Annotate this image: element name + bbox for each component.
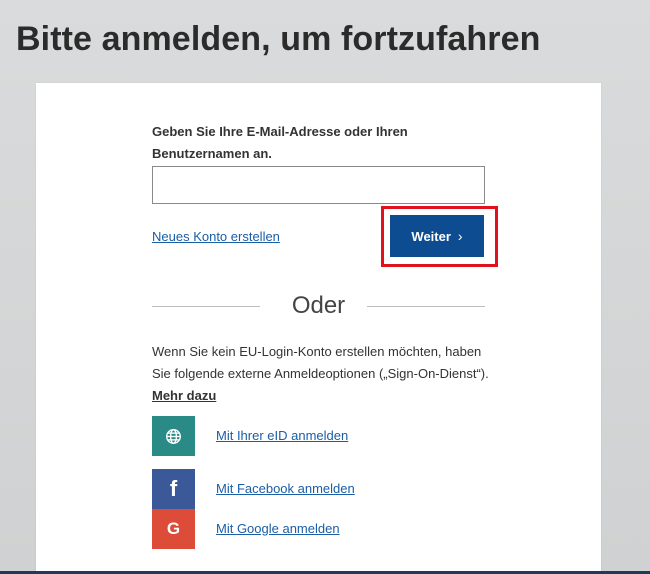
next-button-label: Weiter — [411, 228, 451, 244]
google-icon: G — [152, 509, 195, 549]
facebook-icon: f — [152, 469, 195, 509]
username-label: Geben Sie Ihre E-Mail-Adresse oder Ihren… — [152, 124, 408, 161]
facebook-login-option[interactable]: f Mit Facebook anmelden — [152, 469, 512, 509]
external-login-info-text: Wenn Sie kein EU-Login-Konto erstellen m… — [152, 344, 489, 381]
facebook-login-link[interactable]: Mit Facebook anmelden — [216, 469, 355, 509]
chevron-right-icon: › — [457, 228, 463, 244]
eid-login-option[interactable]: Mit Ihrer eID anmelden — [152, 416, 512, 456]
create-account-link[interactable]: Neues Konto erstellen — [152, 229, 280, 244]
globe-icon — [152, 416, 195, 456]
external-login-info: Wenn Sie kein EU-Login-Konto erstellen m… — [152, 341, 494, 407]
more-info-link[interactable]: Mehr dazu — [152, 388, 216, 403]
or-divider: Oder — [152, 293, 485, 319]
next-button[interactable]: Weiter › — [390, 215, 484, 257]
google-login-link[interactable]: Mit Google anmelden — [216, 509, 340, 549]
eid-login-link[interactable]: Mit Ihrer eID anmelden — [216, 416, 348, 456]
username-input[interactable] — [152, 166, 485, 204]
login-card: Geben Sie Ihre E-Mail-Adresse oder Ihren… — [36, 83, 601, 574]
google-login-option[interactable]: G Mit Google anmelden — [152, 509, 512, 549]
page-title: Bitte anmelden, um fortzufahren — [16, 20, 541, 58]
divider-line-right — [367, 306, 485, 307]
